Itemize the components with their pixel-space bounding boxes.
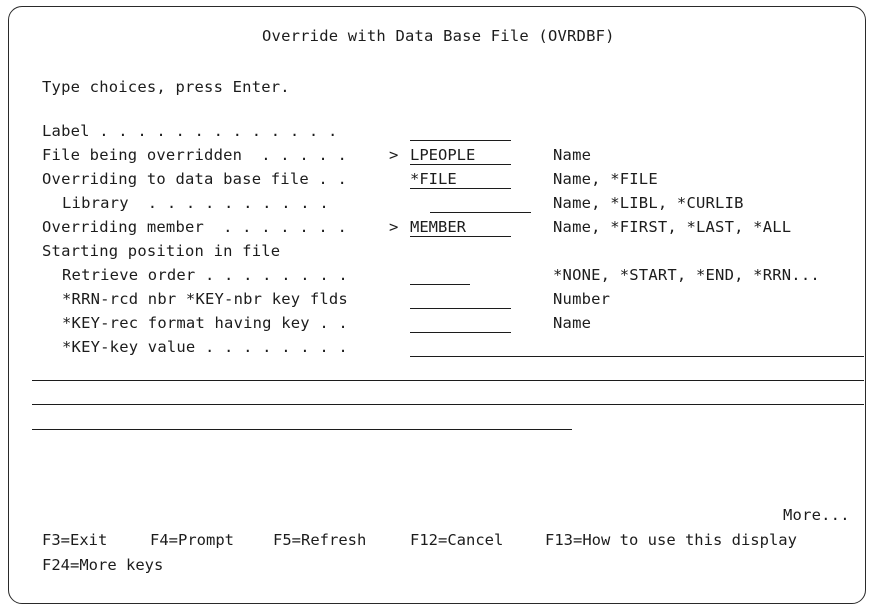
overriding-to-hint: Name, *FILE [553,170,658,188]
rrn-key-flds-hint: Number [553,290,611,308]
key-value-input-line[interactable] [32,404,864,405]
f4-prompt-key[interactable]: F4=Prompt [150,530,234,550]
f24-more-keys-key[interactable]: F24=More keys [42,555,163,575]
retrieve-order-hint: *NONE, *START, *END, *RRN... [553,266,820,284]
file-overridden-label: File being overridden . . . . . [42,146,348,164]
retrieve-order-input[interactable] [410,265,470,285]
label-input[interactable] [410,121,511,141]
overriding-member-hint: Name, *FIRST, *LAST, *ALL [553,218,792,236]
f12-cancel-key[interactable]: F12=Cancel [410,530,503,550]
key-value-label: *KEY-key value . . . . . . . . [62,338,348,356]
key-value-input[interactable] [410,337,864,357]
more-indicator: More... [783,506,850,524]
f3-exit-key[interactable]: F3=Exit [42,530,107,550]
changed-marker: > [389,146,399,164]
key-rec-format-label: *KEY-rec format having key . . [62,314,348,332]
retrieve-order-label: Retrieve order . . . . . . . . [62,266,348,284]
library-label: Library . . . . . . . . . . [62,194,329,212]
instruction-text: Type choices, press Enter. [42,78,290,96]
overriding-to-label: Overriding to data base file . . [42,170,348,188]
key-value-input-line[interactable] [32,429,572,430]
rrn-key-flds-input[interactable] [410,289,511,309]
screen-title: Override with Data Base File (OVRDBF) [262,27,615,45]
key-rec-format-input[interactable] [410,313,511,333]
overriding-member-input[interactable]: MEMBER [410,217,511,237]
f5-refresh-key[interactable]: F5=Refresh [273,530,366,550]
key-rec-format-hint: Name [553,314,592,332]
overriding-member-label: Overriding member . . . . . . . [42,218,348,236]
file-overridden-input[interactable]: LPEOPLE [410,145,511,165]
f13-help-key[interactable]: F13=How to use this display [545,530,797,550]
changed-marker: > [389,218,399,236]
file-overridden-hint: Name [553,146,592,164]
starting-position-label: Starting position in file [42,242,281,260]
rrn-key-flds-label: *RRN-rcd nbr *KEY-nbr key flds [62,290,348,308]
library-input[interactable] [430,193,531,213]
overriding-to-input[interactable]: *FILE [410,169,511,189]
library-hint: Name, *LIBL, *CURLIB [553,194,744,212]
key-value-input-line[interactable] [32,380,864,381]
label-label: Label . . . . . . . . . . . . . [42,122,338,140]
